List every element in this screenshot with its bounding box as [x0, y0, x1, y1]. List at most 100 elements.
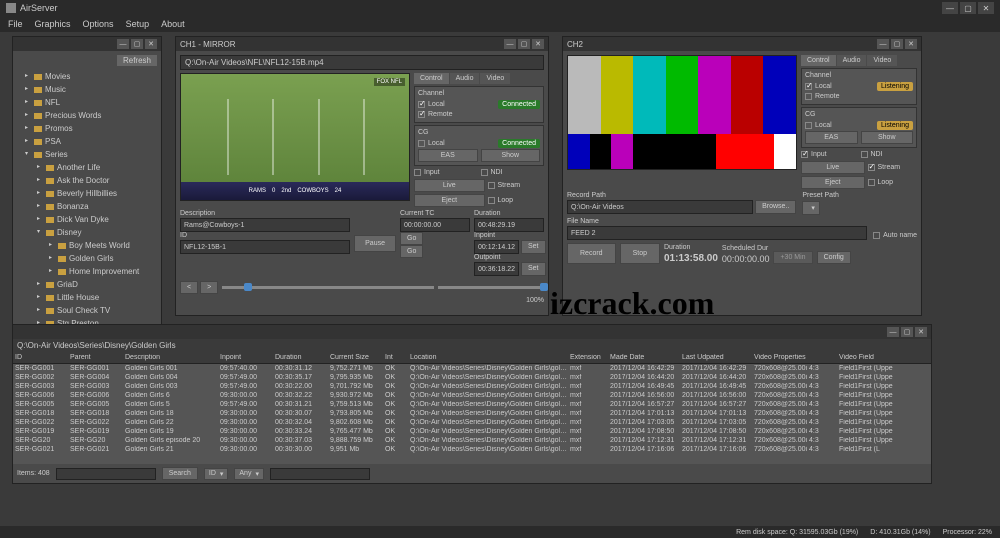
tree-node[interactable]: ▾Disney: [17, 226, 157, 239]
cg-local-checkbox[interactable]: [805, 122, 812, 129]
loop-checkbox[interactable]: [488, 197, 495, 204]
grid-col-header[interactable]: ID: [15, 354, 70, 361]
input-checkbox[interactable]: [801, 151, 808, 158]
plus30-button[interactable]: +30 Min: [773, 251, 812, 264]
local-checkbox[interactable]: [418, 101, 425, 108]
grid-col-header[interactable]: Video Field: [839, 354, 899, 361]
next-button[interactable]: >: [200, 281, 218, 294]
inpoint-field[interactable]: 00:12:14.12: [474, 240, 519, 254]
tree-node[interactable]: ▸Home Improvement: [17, 265, 157, 278]
panel-max-icon[interactable]: ▢: [518, 39, 530, 49]
input-checkbox[interactable]: [414, 169, 421, 176]
grid-col-header[interactable]: Location: [410, 354, 570, 361]
go-in-button[interactable]: Go: [400, 232, 423, 245]
tab-video[interactable]: Video: [867, 55, 897, 66]
desc-field[interactable]: Rams@Cowboys-1: [180, 218, 350, 232]
grid-row[interactable]: SER-GG001SER-GG001Golden Girls 00109:57:…: [13, 364, 931, 373]
tree-node[interactable]: ▸Movies: [17, 70, 157, 83]
tree-node[interactable]: ▾Series: [17, 148, 157, 161]
panel-close-icon[interactable]: ✕: [145, 39, 157, 49]
tree-node[interactable]: ▸Boy Meets World: [17, 239, 157, 252]
record-button[interactable]: Record: [567, 243, 616, 264]
grid-row[interactable]: SER-GG005SER-GG005Golden Girls 509:57:49…: [13, 400, 931, 409]
id-field[interactable]: NFL12-15B-1: [180, 240, 350, 254]
grid-col-header[interactable]: Parent: [70, 354, 125, 361]
grid-col-header[interactable]: Made Date: [610, 354, 682, 361]
volume-slider[interactable]: [438, 286, 544, 289]
browse-button[interactable]: Browse..: [755, 200, 796, 214]
loop-checkbox[interactable]: [868, 179, 875, 186]
grid-col-header[interactable]: Video Properties: [754, 354, 839, 361]
recpath-field[interactable]: Q:\On-Air Videos: [567, 200, 753, 214]
panel-close-icon[interactable]: ✕: [905, 39, 917, 49]
tree-node[interactable]: ▸Ask the Doctor: [17, 174, 157, 187]
grid-row[interactable]: SER-GG003SER-GG003Golden Girls 00309:57:…: [13, 382, 931, 391]
panel-min-icon[interactable]: —: [877, 39, 889, 49]
filter-any-dropdown[interactable]: Any▾: [234, 468, 264, 480]
grid-col-header[interactable]: Description: [125, 354, 220, 361]
outpoint-field[interactable]: 00:36:18.22: [474, 262, 519, 276]
grid-col-header[interactable]: Extension: [570, 354, 610, 361]
live-button[interactable]: Live: [414, 179, 485, 192]
grid-row[interactable]: SER-GG006SER-GG006Golden Girls 609:30:00…: [13, 391, 931, 400]
grid-col-header[interactable]: Int: [385, 354, 410, 361]
panel-max-icon[interactable]: ▢: [131, 39, 143, 49]
remote-checkbox[interactable]: [418, 111, 425, 118]
grid-row[interactable]: SER-GG022SER-GG022Golden Girls 2209:30:0…: [13, 418, 931, 427]
ndi-checkbox[interactable]: [481, 169, 488, 176]
menu-options[interactable]: Options: [83, 19, 114, 29]
live-button[interactable]: Live: [801, 161, 865, 174]
tree-node[interactable]: ▸Golden Girls: [17, 252, 157, 265]
grid-row[interactable]: SER-GG021SER-GG021Golden Girls 2109:30:0…: [13, 445, 931, 454]
go-out-button[interactable]: Go: [400, 245, 423, 258]
tab-control[interactable]: Control: [801, 55, 836, 66]
panel-min-icon[interactable]: —: [504, 39, 516, 49]
grid-col-header[interactable]: Last Udpated: [682, 354, 754, 361]
prev-button[interactable]: <: [180, 281, 198, 294]
grid-col-header[interactable]: Duration: [275, 354, 330, 361]
set-in-button[interactable]: Set: [521, 240, 546, 254]
tree-node[interactable]: ▸NFL: [17, 96, 157, 109]
menu-about[interactable]: About: [161, 19, 185, 29]
menu-setup[interactable]: Setup: [126, 19, 150, 29]
search-field[interactable]: [56, 468, 156, 480]
autoname-checkbox[interactable]: [873, 232, 880, 239]
grid-row[interactable]: SER-GG019SER-GG019Golden Girls 1909:30:0…: [13, 427, 931, 436]
tree-node[interactable]: ▸Bonanza: [17, 200, 157, 213]
tree-node[interactable]: ▸Another Life: [17, 161, 157, 174]
stream-checkbox[interactable]: [868, 164, 875, 171]
preset-dropdown[interactable]: ▾: [802, 201, 820, 215]
config-button[interactable]: Config: [817, 251, 851, 264]
tree-node[interactable]: ▸Dick Van Dyke: [17, 213, 157, 226]
panel-min-icon[interactable]: —: [117, 39, 129, 49]
grid-row[interactable]: SER-GG002SER-GG004Golden Girls 00409:57:…: [13, 373, 931, 382]
eject-button[interactable]: Eject: [801, 176, 865, 189]
menu-file[interactable]: File: [8, 19, 23, 29]
tree-node[interactable]: ▸Music: [17, 83, 157, 96]
remote-checkbox[interactable]: [805, 93, 812, 100]
grid-col-header[interactable]: Current Size: [330, 354, 385, 361]
eject-button[interactable]: Eject: [414, 194, 485, 207]
filter-field[interactable]: [270, 468, 370, 480]
grid-row[interactable]: SER-GG20SER-GG20Golden Girls episode 200…: [13, 436, 931, 445]
pause-button[interactable]: Pause: [354, 235, 396, 252]
search-button[interactable]: Search: [162, 467, 198, 480]
stop-button[interactable]: Stop: [620, 243, 660, 264]
tree-node[interactable]: ▸Soul Check TV: [17, 304, 157, 317]
tab-video[interactable]: Video: [480, 73, 510, 84]
file-field[interactable]: FEED 2: [567, 226, 867, 240]
ndi-checkbox[interactable]: [861, 151, 868, 158]
grid-row[interactable]: SER-GG018SER-GG018Golden Girls 1809:30:0…: [13, 409, 931, 418]
tab-control[interactable]: Control: [414, 73, 449, 84]
tab-audio[interactable]: Audio: [450, 73, 480, 84]
eas-button[interactable]: EAS: [805, 131, 858, 144]
show-button[interactable]: Show: [861, 131, 914, 144]
local-checkbox[interactable]: [805, 83, 812, 90]
tab-audio[interactable]: Audio: [837, 55, 867, 66]
menu-graphics[interactable]: Graphics: [35, 19, 71, 29]
panel-min-icon[interactable]: —: [887, 327, 899, 337]
tree-node[interactable]: ▸Precious Words: [17, 109, 157, 122]
tree-node[interactable]: ▸GriaD: [17, 278, 157, 291]
refresh-button[interactable]: Refresh: [117, 55, 157, 66]
maximize-button[interactable]: ▢: [960, 2, 976, 14]
